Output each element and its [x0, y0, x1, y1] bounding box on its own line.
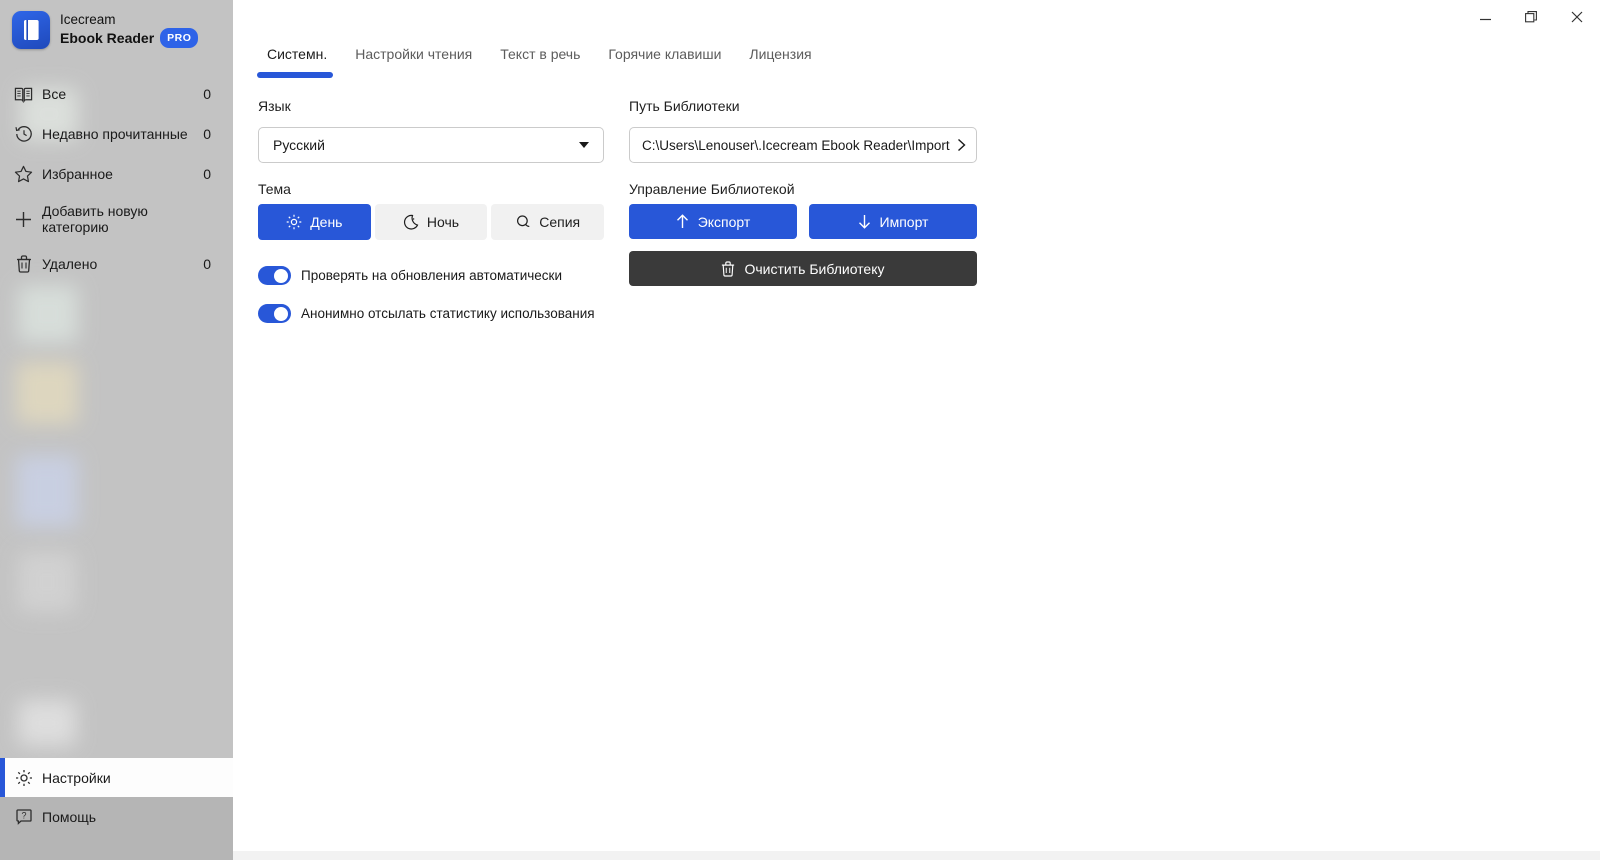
theme-switcher: День Ночь Сепия — [258, 204, 605, 240]
anonymous-stats-toggle-row[interactable]: Анонимно отсылать статистику использован… — [258, 304, 604, 323]
theme-night-label: Ночь — [426, 214, 460, 230]
sidebar: Icecream Ebook Reader PRO Все 0 Недавно … — [0, 0, 233, 860]
sidebar-item-add-category[interactable]: Добавить новую категорию — [0, 199, 233, 239]
app-window: Icecream Ebook Reader PRO Все 0 Недавно … — [0, 0, 1600, 860]
library-management-label: Управление Библиотекой — [629, 181, 795, 197]
tab-system[interactable]: Системн. — [256, 46, 334, 78]
import-label: Импорт — [879, 213, 929, 230]
library-path-field[interactable]: C:\Users\Lenouser\.Icecream Ebook Reader… — [629, 127, 977, 163]
language-select[interactable]: Русский — [258, 127, 604, 163]
window-controls — [1462, 0, 1600, 33]
export-button[interactable]: Экспорт — [629, 204, 797, 239]
pro-badge: PRO — [160, 28, 199, 48]
moon-icon — [403, 214, 419, 230]
history-icon — [14, 125, 33, 144]
sidebar-item-label: Все — [42, 86, 67, 102]
star-icon — [14, 165, 33, 184]
chevron-right-icon — [957, 138, 966, 152]
bottom-strip — [233, 851, 1600, 860]
sidebar-item-label: Удалено — [42, 256, 98, 272]
sidebar-item-count: 0 — [203, 256, 211, 272]
sidebar-nav: Все 0 Недавно прочитанные 0 Избранное 0 … — [0, 74, 233, 284]
clear-library-button[interactable]: Очистить Библиотеку — [629, 251, 977, 286]
tab-reading-settings[interactable]: Настройки чтения — [355, 46, 472, 78]
app-logo-icon — [12, 11, 50, 49]
sun-icon — [286, 214, 302, 230]
toggle-on-icon[interactable] — [258, 304, 291, 323]
maximize-button[interactable] — [1508, 0, 1554, 33]
sidebar-item-count: 0 — [203, 126, 211, 142]
sidebar-item-label: Избранное — [42, 166, 113, 182]
gear-icon — [14, 768, 33, 787]
sidebar-item-count: 0 — [203, 86, 211, 102]
app-name-line2: Ebook Reader — [60, 30, 155, 46]
system-settings-right: Путь Библиотеки C:\Users\Lenouser\.Icecr… — [629, 98, 977, 286]
sidebar-cover-blur — [16, 362, 78, 424]
sidebar-item-settings[interactable]: Настройки — [0, 758, 233, 797]
system-settings-left: Язык Русский Тема День Ночь Сепия Провер… — [258, 98, 605, 323]
auto-update-label: Проверять на обновления автоматически — [301, 268, 562, 283]
settings-tabs: Системн. Настройки чтения Текст в речь Г… — [256, 46, 812, 78]
sidebar-item-label: Недавно прочитанные — [42, 126, 188, 142]
sepia-icon — [515, 214, 531, 230]
theme-day-button[interactable]: День — [258, 204, 371, 240]
open-book-icon — [14, 85, 33, 104]
tab-license[interactable]: Лицензия — [749, 46, 811, 78]
library-path-label: Путь Библиотеки — [629, 98, 740, 114]
chevron-down-icon — [579, 142, 589, 148]
clear-library-label: Очистить Библиотеку — [744, 260, 885, 277]
library-path-value: C:\Users\Lenouser\.Icecream Ebook Reader… — [642, 137, 950, 153]
sidebar-cover-blur — [18, 700, 76, 746]
export-label: Экспорт — [697, 213, 751, 230]
language-value: Русский — [273, 137, 325, 153]
sidebar-item-label: Настройки — [42, 769, 111, 786]
language-label: Язык — [258, 98, 291, 114]
sidebar-item-label: Добавить новую категорию — [42, 203, 148, 235]
sidebar-help-zone: ? Помощь — [0, 797, 233, 860]
sidebar-cover-blur — [16, 455, 78, 527]
library-management-buttons: Экспорт Импорт — [629, 204, 977, 239]
tab-text-to-speech[interactable]: Текст в речь — [500, 46, 580, 78]
sidebar-item-deleted[interactable]: Удалено 0 — [0, 244, 233, 284]
sidebar-item-help[interactable]: ? Помощь — [0, 797, 233, 837]
sidebar-item-label: Помощь — [42, 809, 97, 825]
theme-night-button[interactable]: Ночь — [374, 204, 488, 240]
theme-day-label: День — [310, 214, 343, 230]
sidebar-cover-blur — [18, 285, 78, 343]
trash-icon — [721, 260, 735, 277]
toggle-on-icon[interactable] — [258, 266, 291, 285]
theme-sepia-button[interactable]: Сепия — [491, 204, 605, 240]
tab-hotkeys[interactable]: Горячие клавиши — [608, 46, 721, 78]
plus-icon — [14, 210, 33, 229]
help-icon: ? — [14, 808, 33, 827]
sidebar-item-favorites[interactable]: Избранное 0 — [0, 154, 233, 194]
minimize-button[interactable] — [1462, 0, 1508, 33]
sidebar-item-recent[interactable]: Недавно прочитанные 0 — [0, 114, 233, 154]
sidebar-item-all[interactable]: Все 0 — [0, 74, 233, 114]
theme-sepia-label: Сепия — [539, 214, 581, 230]
anonymous-stats-label: Анонимно отсылать статистику использован… — [301, 306, 595, 321]
import-button[interactable]: Импорт — [809, 204, 977, 239]
arrow-down-icon — [858, 214, 871, 229]
sidebar-cover-blur — [18, 552, 76, 612]
arrow-up-icon — [676, 214, 689, 229]
app-name-line1: Icecream — [60, 12, 116, 27]
sidebar-item-count: 0 — [203, 166, 211, 182]
main-content: Системн. Настройки чтения Текст в речь Г… — [233, 0, 1600, 860]
sidebar-bottom: Настройки ? Помощь — [0, 758, 233, 860]
trash-icon — [14, 255, 33, 274]
close-button[interactable] — [1554, 0, 1600, 33]
auto-update-toggle-row[interactable]: Проверять на обновления автоматически — [258, 266, 604, 285]
svg-text:?: ? — [21, 811, 26, 821]
app-logo: Icecream Ebook Reader PRO — [0, 0, 233, 60]
theme-label: Тема — [258, 181, 291, 197]
